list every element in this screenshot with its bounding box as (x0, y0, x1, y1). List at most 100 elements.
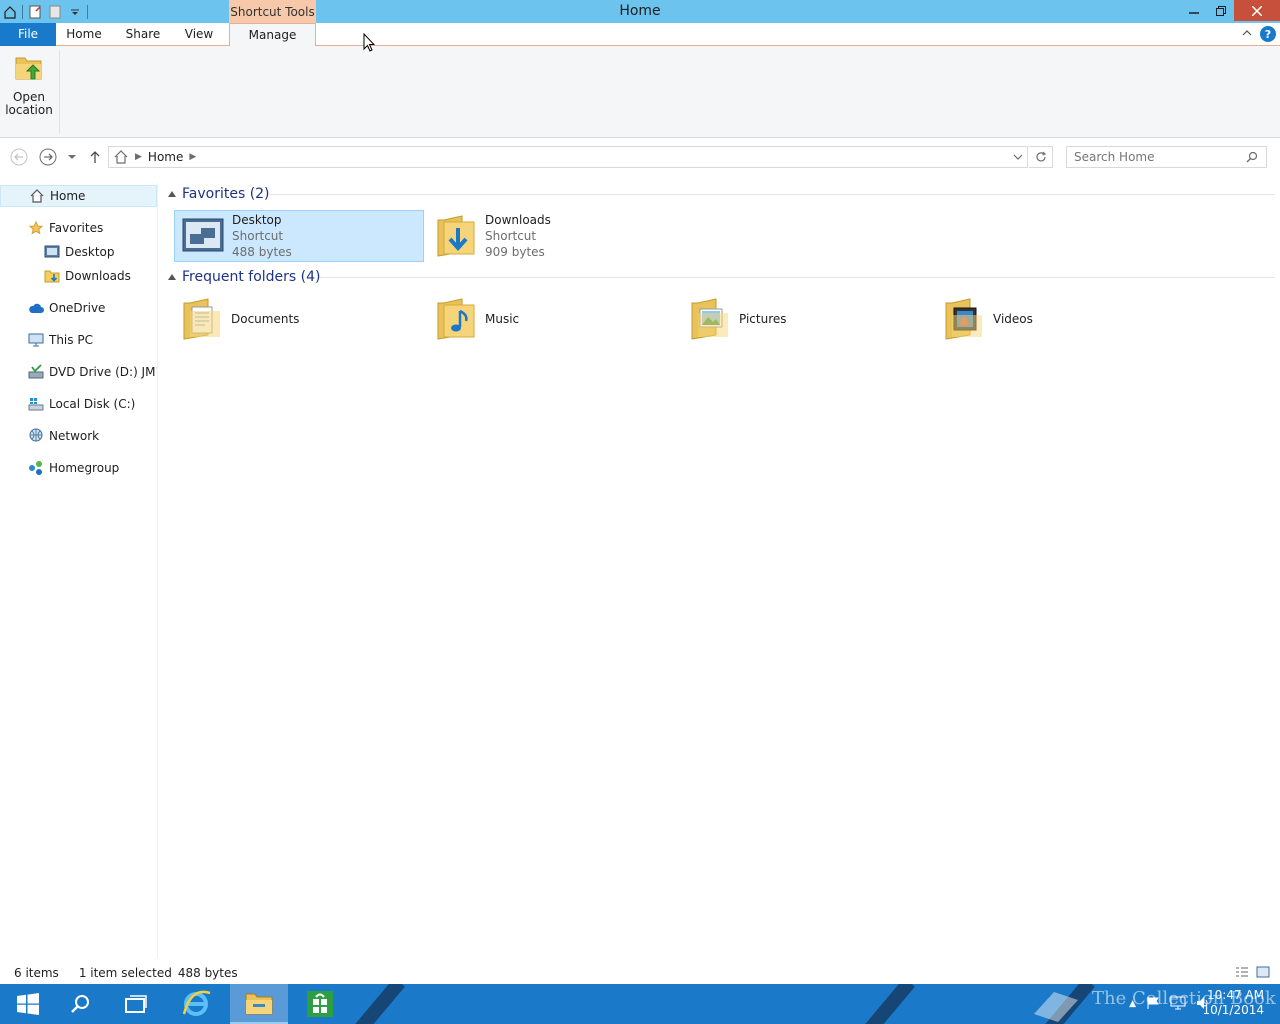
clock[interactable]: 10:47 AM 10/1/2014 (1202, 988, 1264, 1018)
breadcrumb-chevron-icon[interactable]: ▶ (135, 152, 142, 162)
address-bar[interactable]: ▶ Home ▶ (108, 146, 1028, 168)
sidebar-item-home[interactable]: Home (0, 185, 157, 207)
file-item-type: Shortcut (232, 229, 284, 243)
wallpaper-stripe (349, 984, 405, 1024)
search-icon[interactable] (1246, 151, 1258, 163)
sidebar-item-downloads[interactable]: Downloads (0, 265, 157, 287)
system-tray: ▲ (1129, 984, 1210, 1024)
home-icon[interactable] (2, 4, 18, 20)
cloud-icon (28, 300, 44, 316)
dvd-drive-icon (28, 364, 44, 380)
network-tray-icon[interactable] (1170, 996, 1186, 1013)
store-button[interactable] (292, 984, 348, 1024)
navigation-pane: Home Favorites Desktop Downloads OneDriv… (0, 183, 158, 958)
computer-icon (28, 332, 44, 348)
collapse-ribbon-icon[interactable] (1242, 27, 1252, 41)
sidebar-item-local-disk[interactable]: Local Disk (C:) (0, 393, 157, 415)
search-taskbar-button[interactable] (52, 984, 108, 1024)
music-folder-icon (432, 295, 480, 343)
restore-button[interactable] (1207, 0, 1234, 21)
refresh-icon (1035, 151, 1046, 162)
desktop-icon (44, 244, 60, 260)
flag-icon[interactable] (1146, 996, 1160, 1013)
window-title: Home (619, 3, 661, 19)
clock-date: 10/1/2014 (1202, 1003, 1264, 1017)
watermark-book-icon (1030, 986, 1082, 1024)
breadcrumb-chevron-icon[interactable]: ▶ (189, 152, 196, 162)
home-icon (113, 149, 129, 165)
sidebar-item-homegroup[interactable]: Homegroup (0, 457, 157, 479)
file-item-desktop[interactable]: Desktop Shortcut 488 bytes (174, 210, 424, 262)
status-bar: 6 items 1 item selected 488 bytes (0, 962, 1280, 984)
group-header-favorites[interactable]: Favorites (2) (168, 183, 270, 205)
file-item-name: Documents (231, 312, 300, 326)
address-dropdown-icon[interactable] (1013, 152, 1023, 162)
clock-time: 10:47 AM (1207, 988, 1264, 1002)
separator (22, 4, 23, 19)
sidebar-item-this-pc[interactable]: This PC (0, 329, 157, 351)
refresh-button[interactable] (1029, 146, 1053, 168)
ribbon-body: Open location (0, 46, 1280, 138)
file-item-name: Downloads (485, 213, 551, 227)
sidebar-item-network[interactable]: Network (0, 425, 157, 447)
search-box[interactable] (1066, 146, 1267, 168)
disk-icon (28, 396, 44, 412)
breadcrumb-home[interactable]: Home (148, 150, 183, 164)
sidebar-item-favorites[interactable]: Favorites (0, 217, 157, 239)
details-view-icon[interactable] (1235, 966, 1249, 978)
open-location-button[interactable]: Open location (4, 52, 54, 128)
tab-share[interactable]: Share (116, 23, 170, 46)
large-icons-view-icon[interactable] (1256, 966, 1270, 978)
customize-toolbar-icon[interactable] (67, 4, 83, 20)
start-button[interactable] (0, 984, 56, 1024)
collapse-triangle-icon[interactable] (168, 274, 176, 280)
file-item-downloads[interactable]: Downloads Shortcut 909 bytes (428, 210, 678, 262)
home-icon (29, 188, 45, 204)
file-item-music[interactable]: Music (428, 293, 678, 345)
minimize-button[interactable] (1180, 0, 1207, 21)
file-item-videos[interactable]: Videos (936, 293, 1186, 345)
file-item-name: Pictures (739, 312, 787, 326)
internet-explorer-button[interactable] (168, 984, 224, 1024)
properties-icon[interactable] (27, 4, 43, 20)
up-button[interactable] (86, 148, 104, 166)
recent-locations-icon[interactable] (63, 148, 81, 166)
sidebar-item-dvd-drive[interactable]: DVD Drive (D:) JM1_C (0, 361, 157, 383)
file-item-pictures[interactable]: Pictures (682, 293, 932, 345)
file-item-documents[interactable]: Documents (174, 293, 424, 345)
close-button[interactable] (1234, 0, 1280, 21)
task-view-icon (125, 995, 147, 1013)
tab-manage[interactable]: Manage (229, 23, 316, 47)
open-location-label: Open location (5, 90, 53, 117)
internet-explorer-icon (182, 990, 211, 1016)
wallpaper-stripe (859, 984, 915, 1024)
back-button[interactable] (10, 148, 28, 166)
file-item-size: 909 bytes (485, 245, 545, 259)
view-switcher (1235, 966, 1270, 978)
help-icon[interactable]: ? (1260, 26, 1276, 42)
sidebar-item-onedrive[interactable]: OneDrive (0, 297, 157, 319)
videos-folder-icon (940, 295, 988, 343)
file-item-name: Videos (993, 312, 1033, 326)
sidebar-item-desktop[interactable]: Desktop (0, 241, 157, 263)
show-hidden-icons-icon[interactable]: ▲ (1129, 999, 1136, 1009)
new-folder-icon[interactable] (47, 4, 63, 20)
downloads-folder-icon (432, 212, 480, 260)
context-tab-group-label: Shortcut Tools (229, 0, 316, 23)
task-view-button[interactable] (108, 984, 164, 1024)
collapse-triangle-icon[interactable] (168, 191, 176, 197)
title-bar: Shortcut Tools Home (0, 0, 1280, 23)
file-explorer-button[interactable] (230, 984, 288, 1024)
desktop-shortcut-icon (179, 212, 227, 260)
search-input[interactable] (1074, 150, 1246, 164)
file-list: Favorites (2) Desktop Shortcut 488 bytes… (160, 183, 1280, 958)
tab-view[interactable]: View (174, 23, 224, 46)
tab-file[interactable]: File (0, 23, 56, 46)
forward-button[interactable] (39, 148, 57, 166)
tab-home[interactable]: Home (56, 23, 112, 46)
quick-access-toolbar (0, 0, 88, 23)
window-controls (1180, 0, 1280, 21)
group-header-frequent-folders[interactable]: Frequent folders (4) (168, 266, 321, 288)
start-icon (17, 993, 39, 1015)
group-divider (270, 194, 1275, 195)
